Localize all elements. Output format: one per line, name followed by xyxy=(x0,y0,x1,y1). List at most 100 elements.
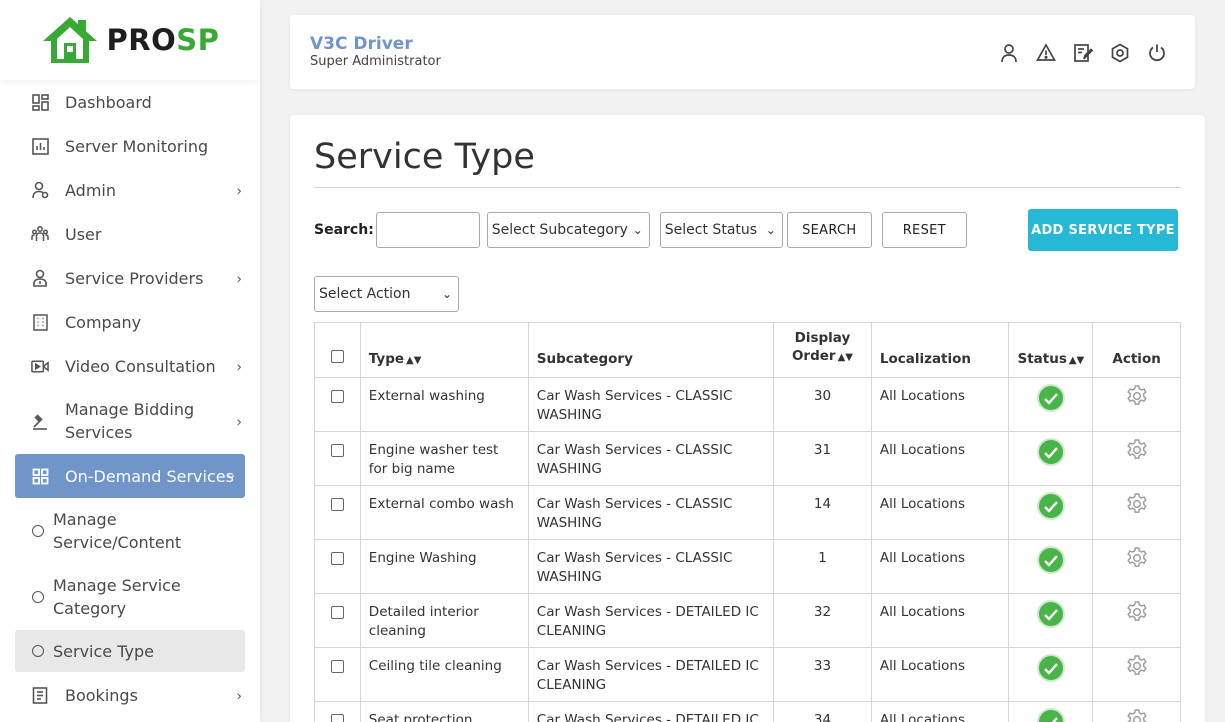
subcategory-cell: Car Wash Services - DETAILED IC CLEANING xyxy=(527,647,775,702)
display-order-cell: 32 xyxy=(773,593,872,648)
row-checkbox[interactable] xyxy=(330,498,344,511)
gear-icon[interactable] xyxy=(1124,383,1150,409)
search-input[interactable] xyxy=(375,212,480,248)
subcategory-cell: Car Wash Services - DETAILED IC CLEANING xyxy=(527,593,775,648)
table-row: Seat protection Car Wash Services - DETAI… xyxy=(314,701,1181,722)
reset-button[interactable]: RESET xyxy=(881,212,967,248)
sidebar: PROSP Dashboard Server Monitoring Admin … xyxy=(0,0,260,722)
type-cell: Detailed interior cleaning xyxy=(359,593,529,648)
type-header[interactable]: Type ▲▼ xyxy=(359,322,529,378)
building-icon xyxy=(31,313,49,331)
sidebar-subitem-manage-service-content[interactable]: Manage Service/Content xyxy=(0,498,260,564)
action-select-value: Select Action xyxy=(319,286,411,302)
status-cell xyxy=(1008,647,1094,702)
row-checkbox-cell xyxy=(314,593,361,648)
gear-icon[interactable] xyxy=(1124,545,1150,571)
status-active-icon[interactable] xyxy=(1036,492,1065,520)
sidebar-item-admin[interactable]: Admin › xyxy=(0,168,260,212)
localization-cell: All Locations xyxy=(870,647,1010,702)
sidebar-item-label: Server Monitoring xyxy=(65,136,209,156)
row-checkbox[interactable] xyxy=(330,390,344,403)
action-cell xyxy=(1092,701,1181,722)
gear-icon[interactable] xyxy=(1124,491,1150,517)
sidebar-item-user[interactable]: User xyxy=(0,212,260,256)
status-active-icon[interactable] xyxy=(1036,600,1065,628)
sidebar-item-label: Company xyxy=(65,312,142,332)
sidebar-item-company[interactable]: Company xyxy=(0,300,260,344)
row-checkbox-cell xyxy=(314,539,361,594)
status-active-icon[interactable] xyxy=(1036,708,1065,722)
row-checkbox[interactable] xyxy=(330,606,344,619)
gear-icon[interactable] xyxy=(1124,653,1150,679)
sidebar-item-on-demand-services[interactable]: On-Demand Services ⌄ xyxy=(15,454,245,498)
action-cell xyxy=(1092,593,1181,648)
table-row: Ceiling tile cleaning Car Wash Services -… xyxy=(314,647,1181,702)
sidebar-item-label: Video Consultation xyxy=(65,356,216,376)
bookings-icon xyxy=(31,686,49,704)
select-all-checkbox[interactable] xyxy=(330,350,344,363)
dashboard-icon xyxy=(31,93,49,111)
sidebar-item-service-providers[interactable]: Service Providers › xyxy=(0,256,260,300)
table-header-row: Type ▲▼ Subcategory Display Order ▲▼ Locali… xyxy=(314,322,1181,378)
localization-cell: All Locations xyxy=(870,485,1010,540)
localization-header: Localization xyxy=(870,322,1010,378)
sidebar-item-video-consultation[interactable]: Video Consultation › xyxy=(0,344,260,388)
sidebar-item-bookings[interactable]: Bookings › xyxy=(0,672,260,718)
chevron-right-icon: › xyxy=(236,183,242,200)
status-active-icon[interactable] xyxy=(1036,546,1065,574)
user-icon[interactable] xyxy=(998,42,1019,63)
action-cell xyxy=(1092,377,1181,432)
display-order-cell: 31 xyxy=(773,431,872,486)
status-cell xyxy=(1008,377,1094,432)
sidebar-item-label: Bookings xyxy=(65,685,138,705)
gavel-icon xyxy=(31,412,49,430)
provider-icon xyxy=(31,269,49,287)
alert-icon[interactable] xyxy=(1035,42,1056,63)
status-active-icon[interactable] xyxy=(1036,438,1065,466)
circle-icon xyxy=(32,591,44,603)
sidebar-subitem-manage-service-category[interactable]: Manage Service Category xyxy=(0,564,260,630)
action-header: Action xyxy=(1092,322,1181,378)
gear-icon[interactable] xyxy=(1124,707,1150,722)
type-cell: External combo wash xyxy=(359,485,529,540)
logo[interactable]: PROSP xyxy=(0,0,260,80)
power-icon[interactable] xyxy=(1146,42,1167,63)
add-service-type-button[interactable]: ADD SERVICE TYPE xyxy=(1028,209,1178,251)
admin-icon xyxy=(31,181,49,199)
row-checkbox[interactable] xyxy=(330,714,344,722)
status-active-icon[interactable] xyxy=(1036,654,1065,682)
status-header[interactable]: Status ▲▼ xyxy=(1008,322,1094,378)
sidebar-item-dashboard[interactable]: Dashboard xyxy=(0,80,260,124)
row-checkbox-cell xyxy=(314,485,361,540)
sidebar-item-label: Manage Bidding Services xyxy=(65,400,195,442)
display-order-cell: 30 xyxy=(773,377,872,432)
localization-cell: All Locations xyxy=(870,431,1010,486)
display-order-header[interactable]: Display Order ▲▼ xyxy=(773,322,872,378)
search-label: Search: xyxy=(314,222,374,238)
chevron-down-icon: ⌄ xyxy=(765,223,776,237)
sidebar-subitem-service-type[interactable]: Service Type xyxy=(15,630,245,672)
sidebar-item-server-monitoring[interactable]: Server Monitoring xyxy=(0,124,260,168)
gear-icon[interactable] xyxy=(1124,599,1150,625)
settings-icon[interactable] xyxy=(1109,42,1130,63)
edit-icon[interactable] xyxy=(1072,42,1093,63)
row-checkbox[interactable] xyxy=(330,660,344,673)
type-cell: External washing xyxy=(359,377,529,432)
action-cell xyxy=(1092,485,1181,540)
gear-icon[interactable] xyxy=(1124,437,1150,463)
status-active-icon[interactable] xyxy=(1036,384,1065,412)
action-select[interactable]: Select Action ⌄ xyxy=(314,276,459,312)
user-role: Super Administrator xyxy=(310,54,441,69)
status-cell xyxy=(1008,431,1094,486)
row-checkbox[interactable] xyxy=(330,552,344,565)
sidebar-item-manage-bidding-services[interactable]: Manage Bidding Services › xyxy=(0,388,260,454)
user-name[interactable]: V3C Driver xyxy=(310,34,413,54)
row-checkbox-cell xyxy=(314,647,361,702)
search-button[interactable]: SEARCH xyxy=(786,212,872,248)
chevron-down-icon: ⌄ xyxy=(441,287,452,301)
row-checkbox[interactable] xyxy=(330,444,344,457)
sidebar-item-label: Admin xyxy=(65,180,116,200)
sidebar-item-label: Service Providers xyxy=(65,268,204,288)
subcategory-select[interactable]: Select Subcategory ⌄ xyxy=(486,212,650,248)
status-select[interactable]: Select Status ⌄ xyxy=(659,212,783,248)
